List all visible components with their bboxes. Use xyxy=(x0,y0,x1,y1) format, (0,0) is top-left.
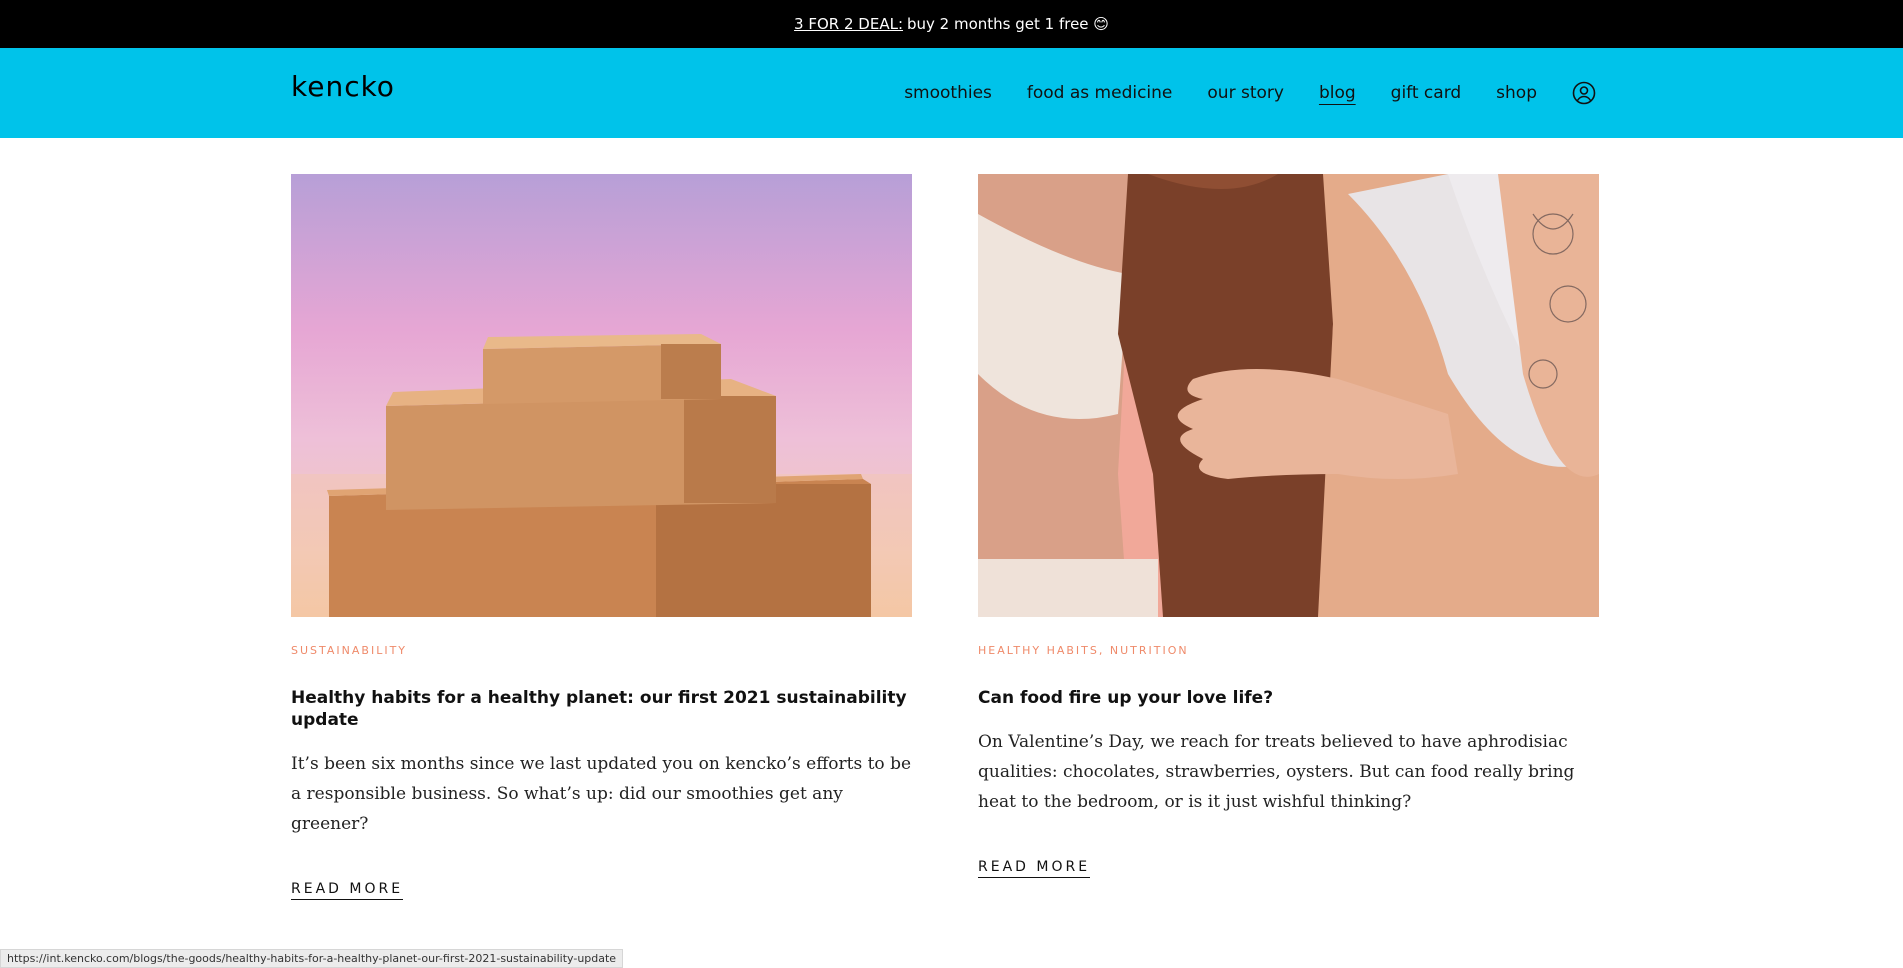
blog-card: HEALTHY HABITS, NUTRITION Can food fire … xyxy=(978,174,1599,900)
blog-card: SUSTAINABILITY Healthy habits for a heal… xyxy=(291,174,912,900)
nav-smoothies[interactable]: smoothies xyxy=(904,83,992,103)
nav-blog[interactable]: blog xyxy=(1319,83,1356,103)
read-more-link[interactable]: READ MORE xyxy=(978,859,1091,878)
account-icon[interactable] xyxy=(1572,81,1596,105)
nav-our-story[interactable]: our story xyxy=(1207,83,1284,103)
post-title[interactable]: Healthy habits for a healthy planet: our… xyxy=(291,687,912,731)
nav-shop[interactable]: shop xyxy=(1496,83,1537,103)
logo[interactable]: kencko xyxy=(291,70,395,103)
post-title[interactable]: Can food fire up your love life? xyxy=(978,687,1599,709)
main-nav: smoothies food as medicine our story blo… xyxy=(904,48,1596,138)
site-header: kencko smoothies food as medicine our st… xyxy=(0,48,1903,138)
announcement-bar: 3 FOR 2 DEAL: buy 2 months get 1 free 😊 xyxy=(0,0,1903,48)
boxes-image[interactable] xyxy=(291,174,912,617)
category-tag[interactable]: HEALTHY HABITS, NUTRITION xyxy=(978,644,1599,657)
post-excerpt: On Valentine’s Day, we reach for treats … xyxy=(978,732,1575,812)
deal-link[interactable]: 3 FOR 2 DEAL: xyxy=(794,15,903,33)
post-excerpt: It’s been six months since we last updat… xyxy=(291,754,912,834)
status-bar-url: https://int.kencko.com/blogs/the-goods/h… xyxy=(0,949,624,968)
read-more-link[interactable]: READ MORE xyxy=(291,881,404,900)
nav-food-as-medicine[interactable]: food as medicine xyxy=(1027,83,1173,103)
blog-grid: SUSTAINABILITY Healthy habits for a heal… xyxy=(291,174,1599,900)
nav-gift-card[interactable]: gift card xyxy=(1391,83,1462,103)
category-tag[interactable]: SUSTAINABILITY xyxy=(291,644,912,657)
people-image[interactable] xyxy=(978,174,1599,617)
deal-text: buy 2 months get 1 free 😊 xyxy=(907,15,1109,33)
